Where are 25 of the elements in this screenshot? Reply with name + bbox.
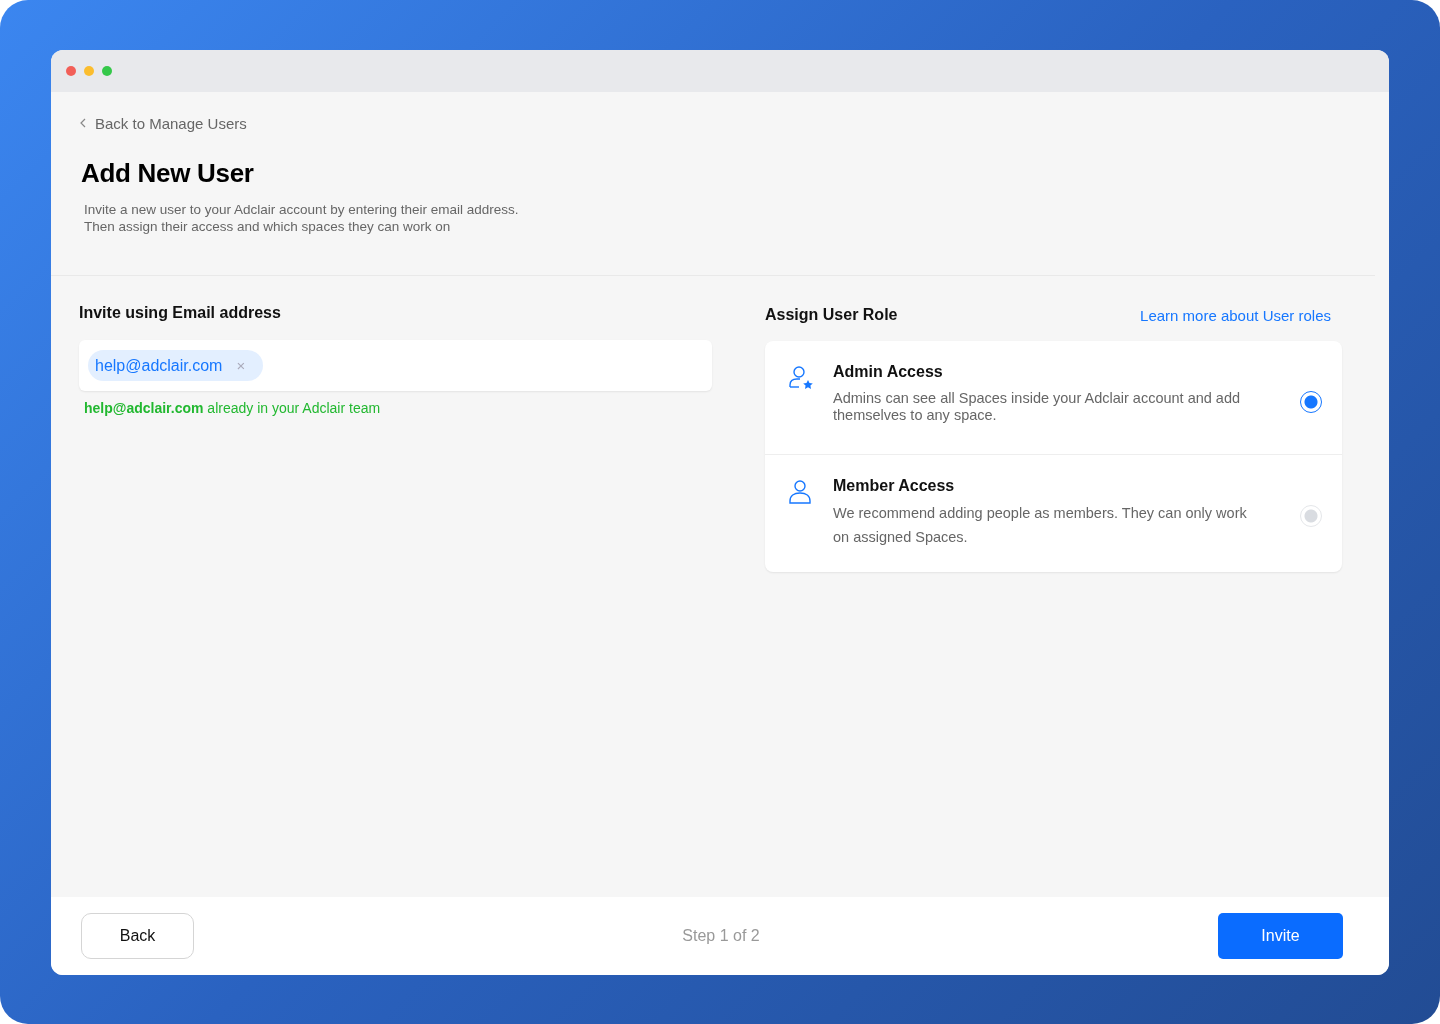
role-option[interactable]: Admin Access Admins can see all Spaces inside your Adclair account and add themselves to any space. bbox=[765, 341, 1342, 455]
role-option[interactable]: Member Access We recommend adding people as members. They can only work on assigned Spaces. bbox=[765, 455, 1342, 572]
page-title: Add New User bbox=[81, 158, 255, 189]
back-button[interactable]: Back bbox=[81, 913, 194, 959]
role-description: We recommend adding people as members. They can only work on assigned Spaces. bbox=[833, 504, 1248, 547]
chevron-left-icon bbox=[79, 118, 87, 128]
role-description: Admins can see all Spaces inside your Adclair account and add themselves to any space. bbox=[833, 390, 1242, 424]
email-chip-text: help@adclair.com bbox=[95, 356, 223, 375]
validation-message: help@adclair.com already in your Adclair team bbox=[84, 400, 382, 416]
user-star-icon bbox=[787, 364, 815, 392]
invite-button[interactable]: Invite bbox=[1218, 913, 1343, 959]
email-input-field[interactable]: help@adclair.com × bbox=[79, 340, 712, 391]
page-description: Invite a new user to your Adclair account by entering their email address. bbox=[84, 201, 520, 218]
section-heading: Invite using Email address bbox=[79, 304, 282, 322]
role-title: Admin Access bbox=[833, 363, 944, 381]
role-title: Member Access bbox=[833, 477, 956, 495]
maximize-window-icon[interactable] bbox=[102, 66, 112, 76]
step-indicator: Step 1 of 2 bbox=[682, 927, 760, 945]
close-window-icon[interactable] bbox=[66, 66, 76, 76]
section-heading: Assign User Role bbox=[765, 306, 898, 324]
back-link[interactable]: Back to Manage Users bbox=[79, 114, 247, 132]
page-description: Then assign their access and which spaces they can work on bbox=[84, 218, 452, 235]
minimize-window-icon[interactable] bbox=[84, 66, 94, 76]
learn-more-link[interactable]: Learn more about User roles bbox=[1140, 306, 1331, 324]
radio-button[interactable] bbox=[1300, 391, 1322, 413]
